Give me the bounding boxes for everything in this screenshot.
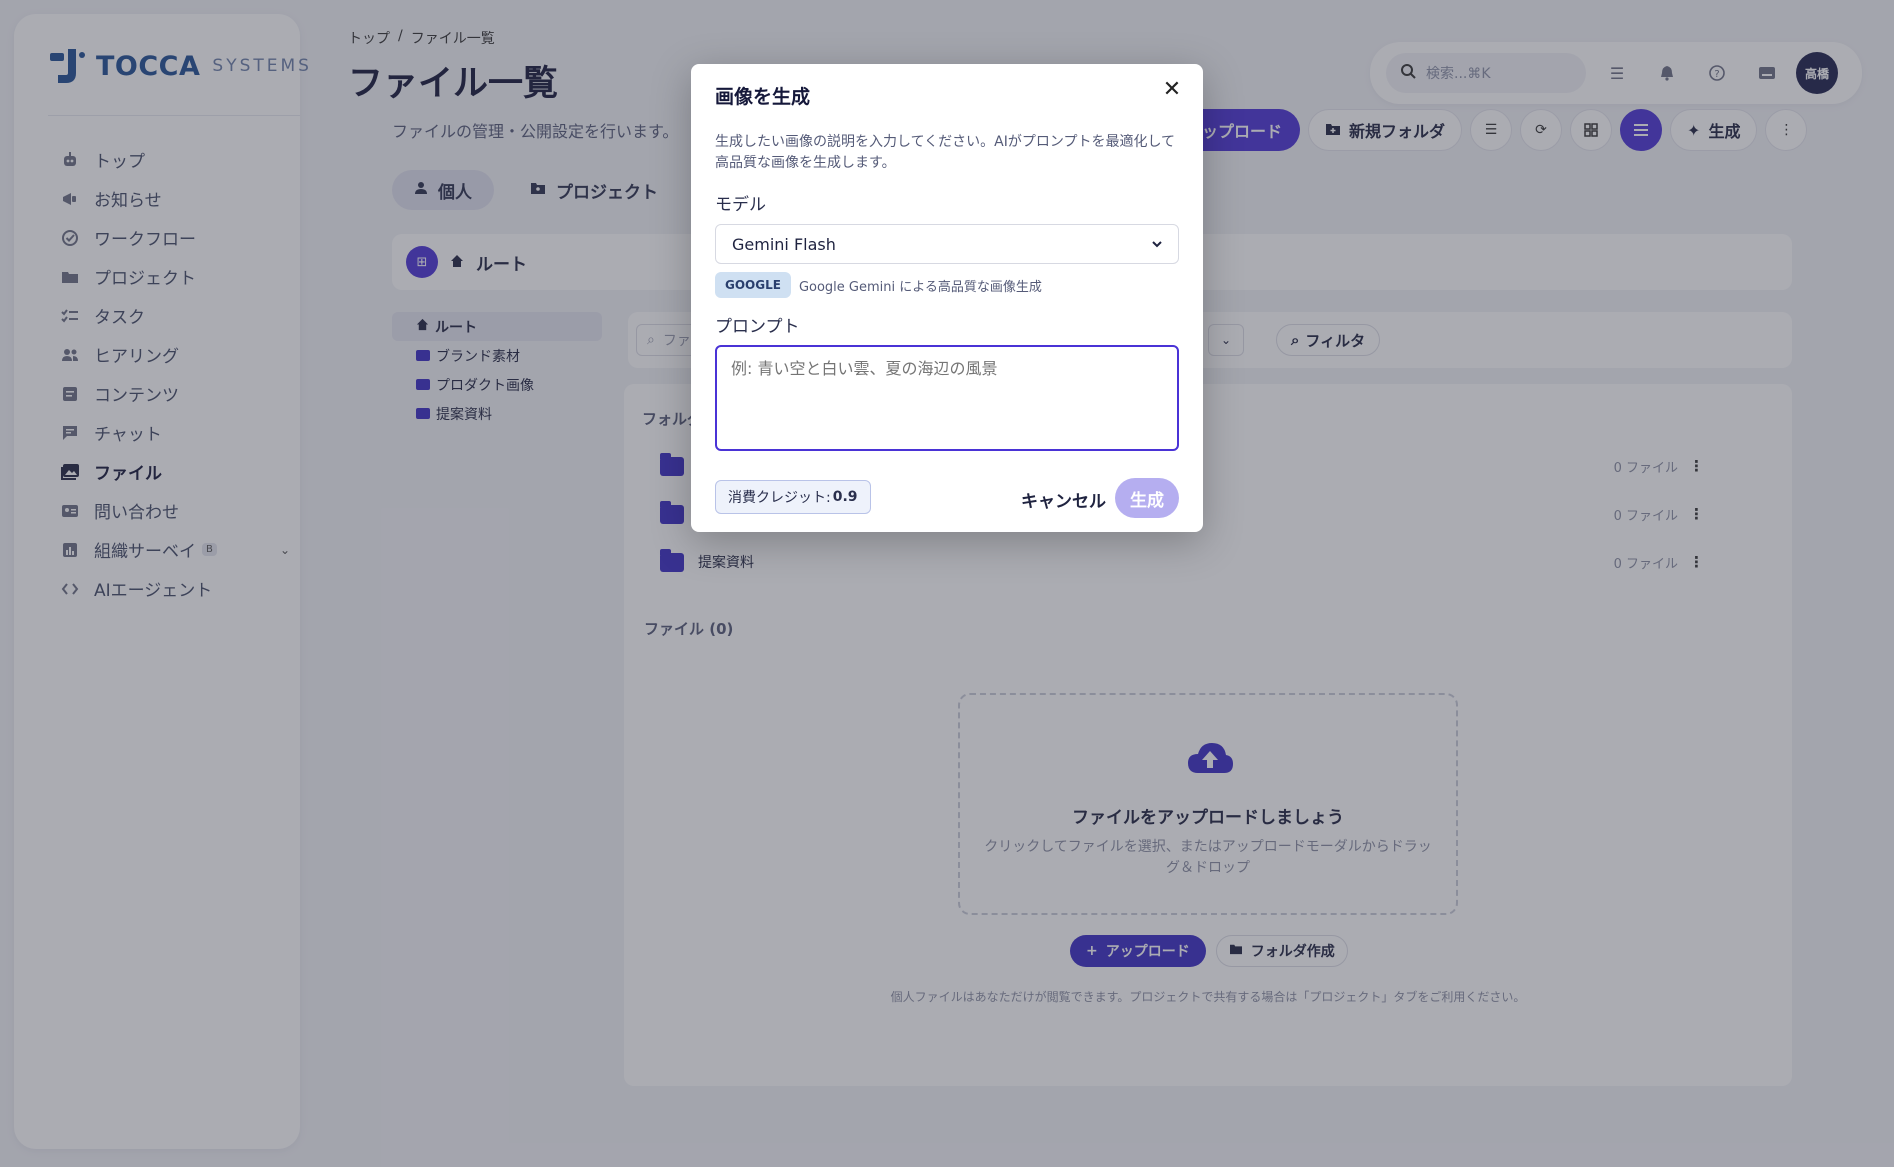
cancel-button[interactable]: キャンセル [1009, 480, 1118, 518]
model-label: モデル [715, 195, 766, 215]
credit-value: 0.9 [832, 489, 858, 505]
generate-submit-button[interactable]: 生成 [1115, 478, 1179, 518]
credit-cost-badge: 消費クレジット: 0.9 [715, 480, 871, 514]
model-select-value: Gemini Flash [732, 234, 836, 254]
dialog-description: 生成したい画像の説明を入力してください。AIがプロンプトを最適化して高品質な画像… [715, 134, 1176, 171]
chevron-down-icon [1150, 236, 1164, 255]
credit-label: 消費クレジット: [728, 490, 831, 506]
close-icon[interactable]: ✕ [1159, 76, 1185, 102]
provider-info: GOOGLE Google Gemini による高品質な画像生成 [715, 272, 1042, 298]
provider-description: Google Gemini による高品質な画像生成 [798, 279, 1042, 295]
app-root: TOCCA SYSTEMS トップ お知らせ ワークフロー プロジェクト タスク… [0, 0, 1894, 1167]
generate-image-dialog: 画像を生成 ✕ 生成したい画像の説明を入力してください。AIがプロンプトを最適化… [691, 64, 1203, 532]
provider-badge: GOOGLE [715, 272, 791, 298]
prompt-textarea[interactable] [715, 345, 1179, 451]
dialog-title: 画像を生成 [715, 86, 811, 108]
prompt-label: プロンプト [715, 317, 800, 337]
model-select[interactable]: Gemini Flash [715, 224, 1179, 264]
